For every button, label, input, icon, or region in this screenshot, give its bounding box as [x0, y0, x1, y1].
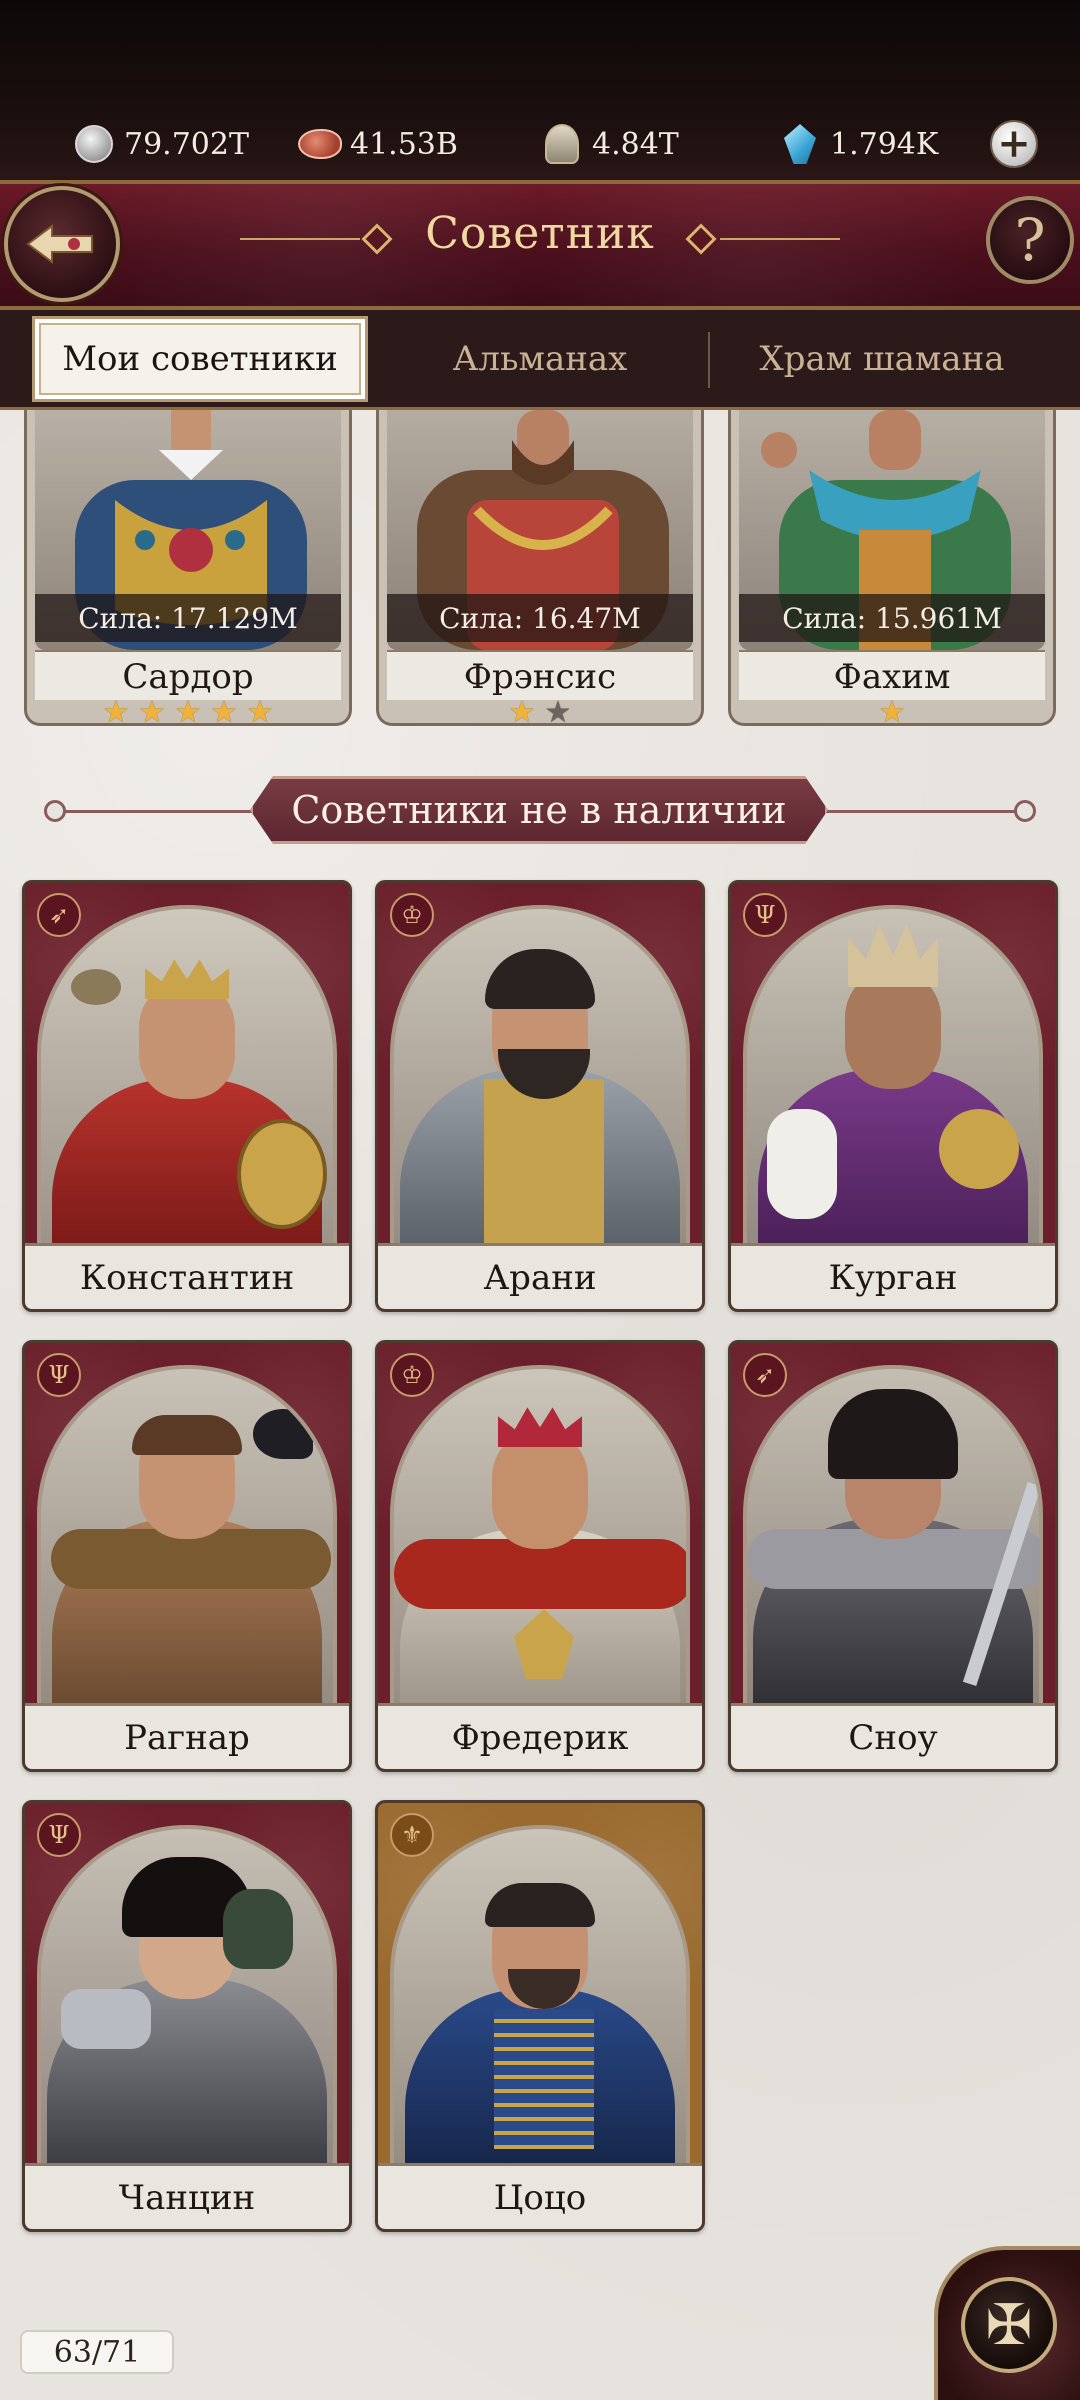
advisor-portrait: [390, 1365, 690, 1713]
add-resources-button[interactable]: +: [990, 120, 1038, 168]
advisor-portrait: [37, 905, 337, 1253]
advisor-name: Чанцин: [25, 2163, 349, 2229]
help-button[interactable]: ?: [986, 196, 1074, 284]
corner-menu-button[interactable]: ✠: [934, 2246, 1080, 2400]
advisor-power: Сила: 17.129M: [35, 594, 341, 642]
advisor-name: Фрэнсис: [387, 650, 693, 700]
wheat-icon: ⚜: [390, 1813, 434, 1857]
plus-icon: +: [997, 120, 1031, 167]
advisor-portrait: [743, 1365, 1043, 1713]
advisor-card-ragnar[interactable]: Ψ Рагнар: [22, 1340, 352, 1772]
resource-silver[interactable]: 79.702T: [72, 108, 249, 180]
resource-helmet[interactable]: 4.84T: [540, 108, 679, 180]
page-title: Советник: [425, 208, 655, 259]
trident-icon: Ψ: [37, 1813, 81, 1857]
divider-dot-right: [1014, 800, 1036, 822]
star-icon: ★: [210, 695, 238, 726]
advisor-name: Константин: [25, 1243, 349, 1309]
crown-class-icon: ♔: [390, 893, 434, 937]
star-empty-icon: ★: [544, 695, 572, 726]
crown-class-icon: ♔: [390, 1353, 434, 1397]
advisor-name: Сноу: [731, 1703, 1055, 1769]
advisor-name: Рагнар: [25, 1703, 349, 1769]
advisor-name: Фредерик: [378, 1703, 702, 1769]
resource-crystal[interactable]: 1.794K: [778, 108, 938, 180]
resource-value: 41.53B: [350, 126, 458, 162]
advisor-card-frederik[interactable]: ♔ Фредерик: [375, 1340, 705, 1772]
star-icon: ★: [102, 695, 130, 726]
crystal-icon: [778, 122, 822, 166]
resource-value: 79.702T: [124, 126, 249, 162]
crossed-swords-icon: ✠: [961, 2277, 1057, 2373]
advisor-portrait: [390, 905, 690, 1253]
resource-value: 1.794K: [830, 126, 939, 162]
question-icon: ?: [1014, 206, 1046, 274]
advisor-name: Цоцо: [378, 2163, 702, 2229]
tab-bar: Мои советники Альманах Храм шамана: [0, 310, 1080, 410]
advisor-portrait: [37, 1825, 337, 2173]
star-icon: ★: [138, 695, 166, 726]
owned-advisor-card-francis[interactable]: Сила: 16.47M Фрэнсис ★ ★: [376, 410, 704, 726]
advisor-stars: ★ ★: [379, 695, 701, 726]
advisor-counter: 63/71: [20, 2330, 174, 2374]
back-button[interactable]: [4, 186, 120, 302]
advisor-card-tsotso[interactable]: ⚜ Цоцо: [375, 1800, 705, 2232]
bow-icon: ➶: [743, 1353, 787, 1397]
advisor-power: Сила: 16.47M: [387, 594, 693, 642]
advisor-name: Сардор: [35, 650, 341, 700]
star-icon: ★: [246, 695, 274, 726]
advisor-card-konstantin[interactable]: ➶ Константин: [22, 880, 352, 1312]
title-ornament-right: [720, 238, 840, 240]
advisor-card-kurgan[interactable]: Ψ Курган: [728, 880, 1058, 1312]
advisor-portrait: [390, 1825, 690, 2173]
tab-my-advisors[interactable]: Мои советники: [32, 316, 368, 402]
advisor-name: Курган: [731, 1243, 1055, 1309]
advisor-stars: ★: [731, 695, 1053, 726]
resource-bar: 79.702T 41.53B 4.84T 1.794K: [0, 108, 1080, 180]
advisor-portrait: [743, 905, 1043, 1253]
resource-meat[interactable]: 41.53B: [298, 108, 458, 180]
tab-separator: [708, 332, 710, 388]
advisor-name: Фахим: [739, 650, 1045, 700]
bow-icon: ➶: [37, 893, 81, 937]
owned-advisor-card-sardor[interactable]: Сила: 17.129M Сардор ★ ★ ★ ★ ★: [24, 410, 352, 726]
advisor-name: Арани: [378, 1243, 702, 1309]
silver-coin-icon: [72, 122, 116, 166]
advisor-card-arani[interactable]: ♔ Арани: [375, 880, 705, 1312]
star-icon: ★: [508, 695, 536, 726]
back-arrow-icon: [26, 224, 93, 264]
owned-advisor-card-fahim[interactable]: Сила: 15.961M Фахим ★: [728, 410, 1056, 726]
section-title: Советники не в наличии: [250, 776, 828, 844]
tab-almanac[interactable]: Альманах: [370, 316, 710, 402]
resource-value: 4.84T: [592, 126, 679, 162]
divider-dot-left: [44, 800, 66, 822]
advisor-card-changqing[interactable]: Ψ Чанцин: [22, 1800, 352, 2232]
advisor-power: Сила: 15.961M: [739, 594, 1045, 642]
tab-shaman-temple[interactable]: Храм шамана: [712, 316, 1052, 402]
advisor-stars: ★ ★ ★ ★ ★: [27, 695, 349, 726]
trident-icon: Ψ: [37, 1353, 81, 1397]
star-icon: ★: [878, 695, 906, 726]
meat-icon: [298, 122, 342, 166]
trident-icon: Ψ: [743, 893, 787, 937]
advisor-portrait: [37, 1365, 337, 1713]
helmet-icon: [540, 122, 584, 166]
star-icon: ★: [174, 695, 202, 726]
advisor-card-snow[interactable]: ➶ Сноу: [728, 1340, 1058, 1772]
